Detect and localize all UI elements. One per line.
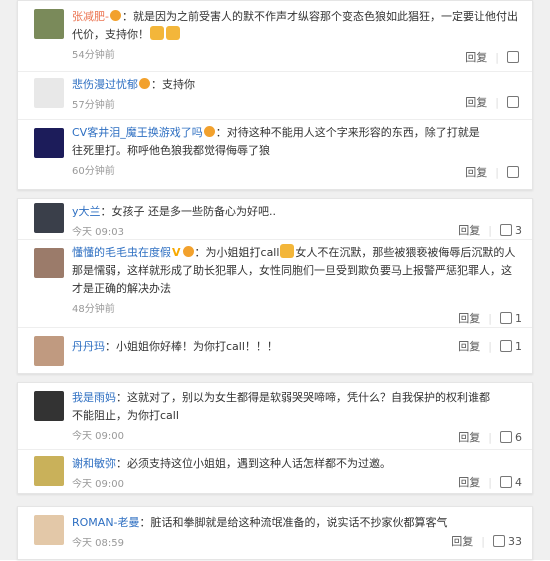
avatar[interactable] <box>34 9 64 39</box>
comment-item: 谢和敏弥：必须支持这位小姐姐，遇到这种人话怎样都不为过邀。 今天 09:00 回… <box>18 449 532 493</box>
avatar[interactable] <box>34 78 64 108</box>
like-count: 6 <box>515 430 522 444</box>
comment-card-3: 我是雨妈：这就对了，别以为女生都得是软弱哭哭啼啼，凭什么？自我保护的权利谁都不能… <box>17 382 533 494</box>
comment-username[interactable]: ROMAN-老曼 <box>72 516 140 529</box>
avatar[interactable] <box>34 203 64 233</box>
comment-time: 今天 09:00 <box>72 431 124 442</box>
comment-username[interactable]: 我是雨妈 <box>72 391 116 404</box>
comment-card-4: ROMAN-老曼：脏话和拳脚就是给这种流氓准备的，说实话不抄家伙都算客气 今天 … <box>17 506 533 560</box>
like-icon[interactable] <box>507 96 519 108</box>
like-icon[interactable] <box>500 224 512 236</box>
avatar[interactable] <box>34 456 64 486</box>
comment-time: 57分钟前 <box>72 100 115 111</box>
comment-text: ：这就对了，别以为女生都得是软弱哭哭啼啼，凭什么？自我保护的权利谁都不能阻止，为… <box>72 391 490 422</box>
avatar[interactable] <box>34 248 64 278</box>
avatar[interactable] <box>34 391 64 421</box>
comment-text: ：小姐姐你好棒！为你打call！！！ <box>105 340 278 353</box>
like-count: 3 <box>515 223 522 237</box>
comment-item: CV客井泪_魔王换游戏了吗 ：对待这种不能用人这个字来形容的东西，除了打就是往死里… <box>18 119 532 189</box>
comment-text: ：脏话和拳脚就是给这种流氓准备的，说实话不抄家伙都算客气 <box>139 516 448 529</box>
like-count: 1 <box>515 311 522 325</box>
comment-item: 丹丹玛：小姐姐你好棒！为你打call！！！ 回复 | 1 <box>18 327 532 373</box>
comment-item: y大兰：女孩子 还是多一些防备心为好吧.. 今天 09:03 回复 | 3 <box>18 199 532 239</box>
like-icon[interactable] <box>500 476 512 488</box>
like-icon[interactable] <box>500 431 512 443</box>
comment-card-2: y大兰：女孩子 还是多一些防备心为好吧.. 今天 09:03 回复 | 3 懂懂的毛… <box>17 198 533 374</box>
reply-button[interactable]: 回复 <box>458 338 480 354</box>
reply-button[interactable]: 回复 <box>458 222 480 238</box>
comment-actions: 回复 | 1 <box>458 310 522 326</box>
reply-button[interactable]: 回复 <box>465 94 487 110</box>
comment-actions: 回复 | 3 <box>458 222 522 238</box>
avatar[interactable] <box>34 515 64 545</box>
fist-emoji-icon <box>166 26 180 40</box>
avatar[interactable] <box>34 128 64 158</box>
comment-item: ROMAN-老曼：脏话和拳脚就是给这种流氓准备的，说实话不抄家伙都算客气 今天 … <box>18 507 532 561</box>
like-icon[interactable] <box>507 166 519 178</box>
thumbs-up-emoji-icon <box>280 244 295 258</box>
like-count: 4 <box>515 475 522 489</box>
comment-username[interactable]: 懂懂的毛毛虫在度假 <box>72 246 171 259</box>
comment-text: ：支持你 <box>151 78 195 91</box>
like-icon[interactable] <box>500 340 512 352</box>
comment-actions: 回复 | <box>465 94 522 110</box>
reply-button[interactable]: 回复 <box>451 533 473 549</box>
comment-text: ：为小姐姐打call <box>194 246 280 259</box>
avatar[interactable] <box>34 336 64 366</box>
like-icon[interactable] <box>507 51 519 63</box>
comment-time: 今天 09:00 <box>72 479 124 490</box>
comment-actions: 回复 | 1 <box>458 338 522 354</box>
reply-button[interactable]: 回复 <box>458 474 480 490</box>
comment-actions: 回复 | <box>465 164 522 180</box>
verified-icon: V <box>172 246 181 259</box>
reply-button[interactable]: 回复 <box>465 164 487 180</box>
comment-username[interactable]: CV客井泪_魔王换游戏了吗 <box>72 126 203 139</box>
comment-username[interactable]: 丹丹玛 <box>72 340 105 353</box>
comment-item: 悲伤漫过忧郁 ：支持你 57分钟前 回复 | <box>18 71 532 119</box>
comment-actions: 回复 | <box>465 49 522 65</box>
comment-text: ：必须支持这位小姐姐，遇到这种人话怎样都不为过邀。 <box>116 457 391 470</box>
member-badge-icon <box>203 126 215 137</box>
member-badge-icon <box>109 10 121 21</box>
comment-username[interactable]: y大兰 <box>72 205 101 218</box>
comment-username[interactable]: 悲伤漫过忧郁 <box>72 78 138 91</box>
comment-card-1: 张减肥- ：就是因为之前受害人的默不作声才纵容那个变态色狼如此猖狂，一定要让他付出… <box>17 0 533 190</box>
comment-actions: 回复 | 6 <box>458 429 522 445</box>
comment-time: 60分钟前 <box>72 166 115 177</box>
reply-button[interactable]: 回复 <box>458 310 480 326</box>
member-badge-icon <box>182 246 194 257</box>
comment-text: ：女孩子 还是多一些防备心为好吧.. <box>100 205 277 218</box>
comment-item: 我是雨妈：这就对了，别以为女生都得是软弱哭哭啼啼，凭什么？自我保护的权利谁都不能… <box>18 383 532 449</box>
reply-button[interactable]: 回复 <box>465 49 487 65</box>
like-icon[interactable] <box>500 312 512 324</box>
reply-button[interactable]: 回复 <box>458 429 480 445</box>
comment-time: 今天 09:03 <box>72 227 124 238</box>
member-badge-icon <box>139 78 150 89</box>
comment-username[interactable]: 张减肥- <box>72 10 109 23</box>
like-count: 1 <box>515 339 522 353</box>
comment-time: 54分钟前 <box>72 50 115 61</box>
comment-actions: 回复 | 33 <box>451 533 522 549</box>
comment-item: 张减肥- ：就是因为之前受害人的默不作声才纵容那个变态色狼如此猖狂，一定要让他付出… <box>18 1 532 71</box>
comment-actions: 回复 | 4 <box>458 474 522 490</box>
like-icon[interactable] <box>493 535 505 547</box>
comment-username[interactable]: 谢和敏弥 <box>72 457 116 470</box>
fist-emoji-icon <box>150 26 164 40</box>
comment-time: 48分钟前 <box>72 304 115 315</box>
comment-item: 懂懂的毛毛虫在度假V ：为小姐姐打call 女人不在沉默，那些被猥亵被侮辱后沉默的人… <box>18 239 532 327</box>
comment-text: ：就是因为之前受害人的默不作声才纵容那个变态色狼如此猖狂，一定要让他付出代价，支… <box>72 10 518 41</box>
like-count: 33 <box>508 534 522 548</box>
